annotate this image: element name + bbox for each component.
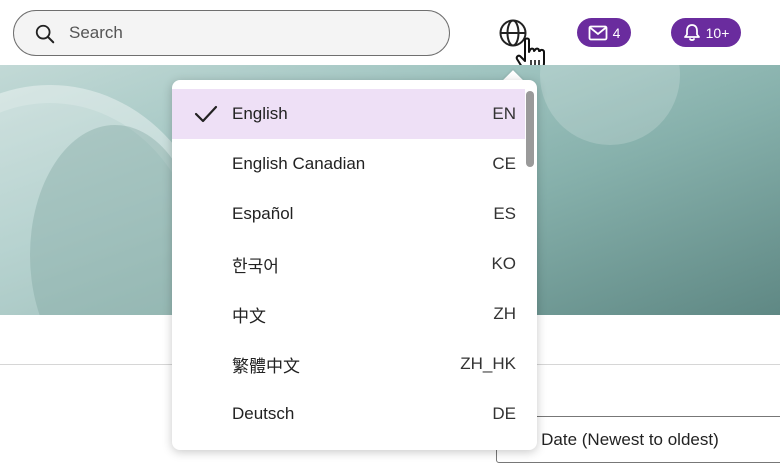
messages-button[interactable]: 4 bbox=[577, 18, 631, 47]
language-option-de[interactable]: Deutsch DE bbox=[172, 389, 525, 439]
banner-shape bbox=[540, 65, 680, 145]
language-code: ZH_HK bbox=[460, 354, 516, 373]
language-code: ZH bbox=[493, 304, 516, 323]
notifications-button[interactable]: 10+ bbox=[671, 18, 741, 47]
bell-icon bbox=[683, 24, 700, 41]
language-option-en[interactable]: English EN bbox=[172, 89, 525, 139]
search-input[interactable] bbox=[69, 19, 429, 47]
top-bar: 4 10+ bbox=[0, 0, 780, 74]
language-list: English EN English Canadian CE Español E… bbox=[172, 89, 525, 439]
language-option-es[interactable]: Español ES bbox=[172, 189, 525, 239]
language-label: 繁體中文 bbox=[232, 356, 300, 376]
language-option-ce[interactable]: English Canadian CE bbox=[172, 139, 525, 189]
language-code: ES bbox=[493, 204, 516, 223]
language-option-ko[interactable]: 한국어 KO bbox=[172, 239, 525, 289]
search-bar[interactable] bbox=[13, 10, 450, 56]
dropdown-scrollbar[interactable] bbox=[526, 91, 534, 167]
sort-select-label: t by Date (Newest to oldest) bbox=[509, 430, 719, 449]
search-icon bbox=[35, 24, 55, 44]
language-dropdown: English EN English Canadian CE Español E… bbox=[172, 80, 537, 450]
notifications-count: 10+ bbox=[705, 24, 730, 41]
sort-select[interactable]: t by Date (Newest to oldest) bbox=[496, 416, 780, 463]
mail-icon bbox=[588, 25, 607, 40]
language-option-zh-hk[interactable]: 繁體中文 ZH_HK bbox=[172, 339, 525, 389]
language-label: 中文 bbox=[232, 306, 266, 326]
page: 4 10+ t by Date (Newest to oldest) Engli… bbox=[0, 0, 780, 474]
messages-count: 4 bbox=[612, 24, 621, 41]
language-label: Español bbox=[232, 204, 294, 223]
language-label: Deutsch bbox=[232, 404, 295, 423]
language-label: 한국어 bbox=[232, 256, 279, 276]
language-code: EN bbox=[492, 104, 516, 123]
language-code: KO bbox=[491, 254, 516, 273]
language-label: English bbox=[232, 104, 288, 123]
language-code: DE bbox=[492, 404, 516, 423]
language-label: English Canadian bbox=[232, 154, 366, 173]
language-code: CE bbox=[492, 154, 516, 173]
language-option-zh[interactable]: 中文 ZH bbox=[172, 289, 525, 339]
checkmark-icon bbox=[194, 105, 218, 123]
